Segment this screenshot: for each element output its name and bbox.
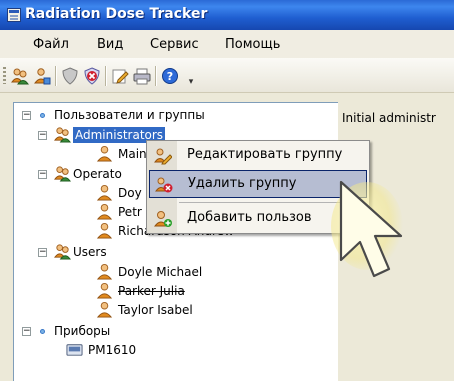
- node-bullet-icon: [40, 329, 45, 334]
- edit-icon[interactable]: [110, 66, 130, 86]
- group-icon: [54, 127, 71, 143]
- collapse-icon[interactable]: −: [38, 248, 47, 257]
- device-icon: [66, 344, 83, 356]
- collapse-icon[interactable]: −: [22, 327, 31, 336]
- menu-help[interactable]: Помощь: [225, 37, 280, 52]
- menu-item-label: Добавить пользов: [187, 210, 312, 225]
- tree-node-users-groups[interactable]: Пользователи и группы: [54, 107, 205, 123]
- tree-node-users[interactable]: Users: [73, 244, 107, 260]
- menu-file[interactable]: Файл: [33, 37, 69, 52]
- node-bullet-icon: [40, 113, 45, 118]
- menu-item-edit-group[interactable]: Редактировать группу: [149, 142, 367, 170]
- tree-node-user[interactable]: Doy: [118, 185, 142, 201]
- user-icon: [96, 145, 113, 162]
- svg-text:?: ?: [167, 70, 173, 83]
- app-icon: [7, 8, 21, 22]
- delete-group-icon: [155, 177, 173, 193]
- tree-node-devices[interactable]: Приборы: [54, 323, 110, 339]
- tree-node-operators[interactable]: Operato: [73, 166, 122, 182]
- toolbar-grip[interactable]: [3, 67, 6, 84]
- tree-node-user[interactable]: Taylor Isabel: [118, 302, 193, 318]
- tree-node-device[interactable]: PM1610: [88, 342, 136, 358]
- menu-item-delete-group[interactable]: Удалить группу: [149, 170, 367, 198]
- group-icon: [54, 166, 71, 182]
- shield-icon[interactable]: [60, 66, 80, 86]
- user-icon: [96, 184, 113, 201]
- collapse-icon[interactable]: −: [22, 111, 31, 120]
- menu-item-label: Удалить группу: [188, 176, 297, 191]
- window-title: Radiation Dose Tracker: [25, 6, 208, 22]
- tree-node-user[interactable]: Petr: [118, 204, 142, 220]
- user-icon: [96, 263, 113, 280]
- help-icon[interactable]: ?: [160, 66, 180, 86]
- toolbar-separator: [55, 66, 56, 86]
- add-user-icon: [154, 211, 172, 227]
- title-bar[interactable]: Radiation Dose Tracker: [0, 0, 454, 30]
- group-icon: [54, 244, 71, 260]
- tree-node-user-main[interactable]: Main: [118, 146, 147, 162]
- toolbar-separator: [105, 66, 106, 86]
- menu-separator: [179, 202, 365, 203]
- toolbar-overflow-icon[interactable]: ▾: [186, 78, 196, 87]
- tree-node-user[interactable]: Doyle Michael: [118, 264, 202, 280]
- menu-service[interactable]: Сервис: [150, 37, 199, 52]
- user-icon: [96, 301, 113, 318]
- user-icon: [96, 222, 113, 239]
- print-icon[interactable]: [132, 66, 152, 86]
- menu-view[interactable]: Вид: [97, 37, 123, 52]
- context-menu: Редактировать группу Удалить группу Доба…: [146, 140, 370, 234]
- user-icon: [96, 203, 113, 220]
- tree-node-user-disabled[interactable]: Parker Julia: [118, 283, 185, 299]
- menu-item-add-user[interactable]: Добавить пользов: [149, 205, 367, 233]
- details-label: Initial administr: [342, 111, 436, 125]
- collapse-icon[interactable]: −: [38, 170, 47, 179]
- edit-group-icon: [154, 148, 172, 165]
- menu-bar: Файл Вид Сервис Помощь: [0, 30, 454, 58]
- shield-delete-icon[interactable]: [82, 66, 102, 86]
- user-group-icon[interactable]: [32, 66, 52, 86]
- toolbar: ? ▾: [0, 58, 454, 93]
- collapse-icon[interactable]: −: [38, 131, 47, 140]
- users-icon[interactable]: [10, 66, 30, 86]
- menu-item-label: Редактировать группу: [187, 147, 343, 162]
- toolbar-separator: [155, 66, 156, 86]
- user-icon: [96, 282, 113, 299]
